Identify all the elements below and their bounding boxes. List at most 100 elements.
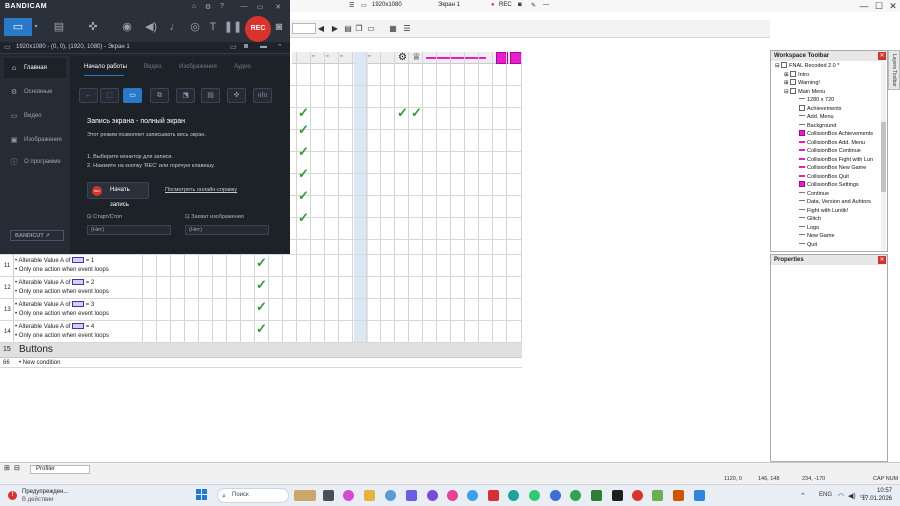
new-condition-row[interactable]: 66 • New condition <box>0 358 522 368</box>
event-conditions[interactable]: • Alterable Value A of = 2 • Only one ac… <box>15 279 140 297</box>
tree-item[interactable]: Background <box>799 122 836 130</box>
wifi-icon[interactable]: ◠ <box>838 492 844 500</box>
scrollbar-thumb[interactable] <box>881 122 886 192</box>
check-icon[interactable]: ✓ <box>397 106 408 119</box>
help-icon[interactable]: ? <box>218 3 226 10</box>
tree-item[interactable]: ⊞ Warning! <box>784 79 820 87</box>
tree-item[interactable]: CollisionBox Continue <box>799 147 861 155</box>
start-button[interactable] <box>196 489 208 501</box>
tool-icon[interactable]: ⊟ <box>14 464 20 472</box>
bandicam-icon[interactable] <box>632 490 643 501</box>
tab-images[interactable]: Изображения <box>179 64 217 70</box>
app-icon[interactable] <box>406 490 417 501</box>
window-icon[interactable]: ▭ <box>256 3 264 11</box>
toolbar-dropdown[interactable] <box>292 23 316 34</box>
app-icon[interactable] <box>343 490 354 501</box>
powerpoint-icon[interactable] <box>673 490 684 501</box>
online-help-link[interactable]: Посмотреть онлайн-справку <box>165 187 237 193</box>
tree-item[interactable]: CollisionBox Add. Menu <box>799 139 865 147</box>
check-icon[interactable]: ✓ <box>298 211 309 224</box>
hdmi-mode-button[interactable]: ▤ <box>46 18 72 36</box>
check-icon[interactable]: ✓ <box>256 322 267 335</box>
check-icon[interactable]: ✓ <box>256 278 267 291</box>
rec-button[interactable]: REC <box>245 16 271 42</box>
maximize-button[interactable]: ☐ <box>873 1 885 12</box>
collision-objects-icon[interactable] <box>426 57 486 59</box>
language-indicator[interactable]: ENG <box>819 492 832 498</box>
tree-item[interactable]: 1280 x 720 <box>799 96 834 104</box>
webcam-icon[interactable]: ◉ <box>116 18 138 36</box>
chevron-up-icon[interactable]: ⌃ <box>277 43 283 51</box>
app-icon[interactable] <box>385 490 396 501</box>
app-icon[interactable] <box>550 490 561 501</box>
chevron-up-icon[interactable]: ⌃ <box>800 492 806 500</box>
tool-icon[interactable]: ⊞ <box>4 464 10 472</box>
back-arrow-icon[interactable]: ← <box>79 88 98 103</box>
event-conditions[interactable]: • Alterable Value A of = 4 • Only one ac… <box>15 323 140 341</box>
check-icon[interactable]: ✓ <box>298 123 309 136</box>
app-icon[interactable] <box>427 490 438 501</box>
camera-icon[interactable]: ◙ <box>244 43 248 50</box>
nav-item-about[interactable]: ⓘ О программе <box>4 152 66 172</box>
close-icon[interactable]: ✕ <box>878 256 886 264</box>
tree-item[interactable]: Quit <box>799 241 817 249</box>
window-icon[interactable]: ▭ <box>366 24 376 33</box>
new-condition-label[interactable]: • New condition <box>19 360 60 366</box>
profiler-tab[interactable]: Profiler <box>30 465 90 474</box>
folder-icon[interactable]: ▬ <box>260 43 267 50</box>
pen-icon[interactable]: ✎ <box>531 2 536 9</box>
check-icon[interactable]: ✓ <box>298 145 309 158</box>
app-icon[interactable] <box>467 490 478 501</box>
gear-icon[interactable]: ⚙ <box>398 52 407 63</box>
tree-item[interactable]: Data, Version and Auhtors <box>799 198 871 206</box>
nav-item-images[interactable]: ▣ Изображения <box>4 130 66 150</box>
tree-item[interactable]: Logo <box>799 224 819 232</box>
hotkey-capture-field[interactable]: (Нет) <box>185 225 269 235</box>
mini-rec-button[interactable]: REC <box>499 2 512 8</box>
audio-only-icon[interactable]: ıılıı <box>253 88 272 103</box>
window-icon[interactable]: ▭ <box>4 43 11 51</box>
event-conditions[interactable]: • Alterable Value A of = 1 • Only one ac… <box>15 257 140 275</box>
chevron-down-icon[interactable]: ▾ <box>32 18 40 36</box>
widget-image-icon[interactable] <box>294 490 316 501</box>
tree-item[interactable]: ⊞ Intro <box>784 70 809 79</box>
text-icon[interactable]: T <box>202 18 224 36</box>
search-box[interactable]: ⌕ Поиск <box>217 488 289 503</box>
app-icon[interactable] <box>612 490 623 501</box>
tree-item[interactable]: Fight with Luntik! <box>799 207 848 215</box>
grid-icon[interactable]: ▦ <box>388 24 398 33</box>
forward-icon[interactable]: ▶ <box>330 24 340 33</box>
tree-item[interactable]: ⊟ FNAL Recoded 2.0 * <box>775 62 839 70</box>
trophy-icon[interactable]: ♕ <box>412 52 421 63</box>
fullscreen-mode-icon[interactable]: ▭ <box>123 88 142 103</box>
weather-widget[interactable]: ! Предупрежден... В действии <box>8 488 98 504</box>
tree-item[interactable]: Achievements <box>799 104 842 113</box>
minimize-button[interactable]: — <box>858 1 870 11</box>
game-mode-button[interactable]: ✜ <box>80 18 106 36</box>
close-icon[interactable]: ✕ <box>878 52 886 60</box>
check-icon[interactable]: ✓ <box>298 189 309 202</box>
tree-item[interactable]: CollisionBox New Game <box>799 164 866 172</box>
cursor-area-icon[interactable]: ⬔ <box>176 88 195 103</box>
tree-item[interactable]: Add. Menu <box>799 113 834 121</box>
tree-item[interactable]: New Game <box>799 232 835 240</box>
hdmi-icon[interactable]: ▤ <box>201 88 220 103</box>
region-mode-icon[interactable]: ⬚ <box>100 88 119 103</box>
copy-icon[interactable]: ❐ <box>354 24 364 33</box>
volume-icon[interactable]: ◀) <box>848 492 856 500</box>
nav-item-home[interactable]: ⌂ Главная <box>4 58 66 78</box>
tab-video[interactable]: Видео <box>144 64 162 70</box>
check-icon[interactable]: ✓ <box>411 106 422 119</box>
tree-item[interactable]: ⊟ Main Menu <box>784 87 825 96</box>
edge-icon[interactable] <box>508 490 519 501</box>
layout-icon[interactable]: ▤ <box>343 24 353 33</box>
tree-item[interactable]: Continue <box>799 190 829 198</box>
layers-toolbar-tab[interactable]: Layers Toolbar <box>888 50 900 90</box>
tree-item[interactable]: CollisionBox Fight with Lun <box>799 156 873 164</box>
tab-getting-started[interactable]: Начало работы <box>84 64 127 70</box>
back-icon[interactable]: ◀ <box>316 24 326 33</box>
start-recording-button[interactable]: REC Начать запись <box>87 182 149 208</box>
settings-icon[interactable]: ⚙ <box>204 3 212 11</box>
check-icon[interactable]: ✓ <box>298 167 309 180</box>
event-conditions[interactable]: • Alterable Value A of = 3 • Only one ac… <box>15 301 140 319</box>
